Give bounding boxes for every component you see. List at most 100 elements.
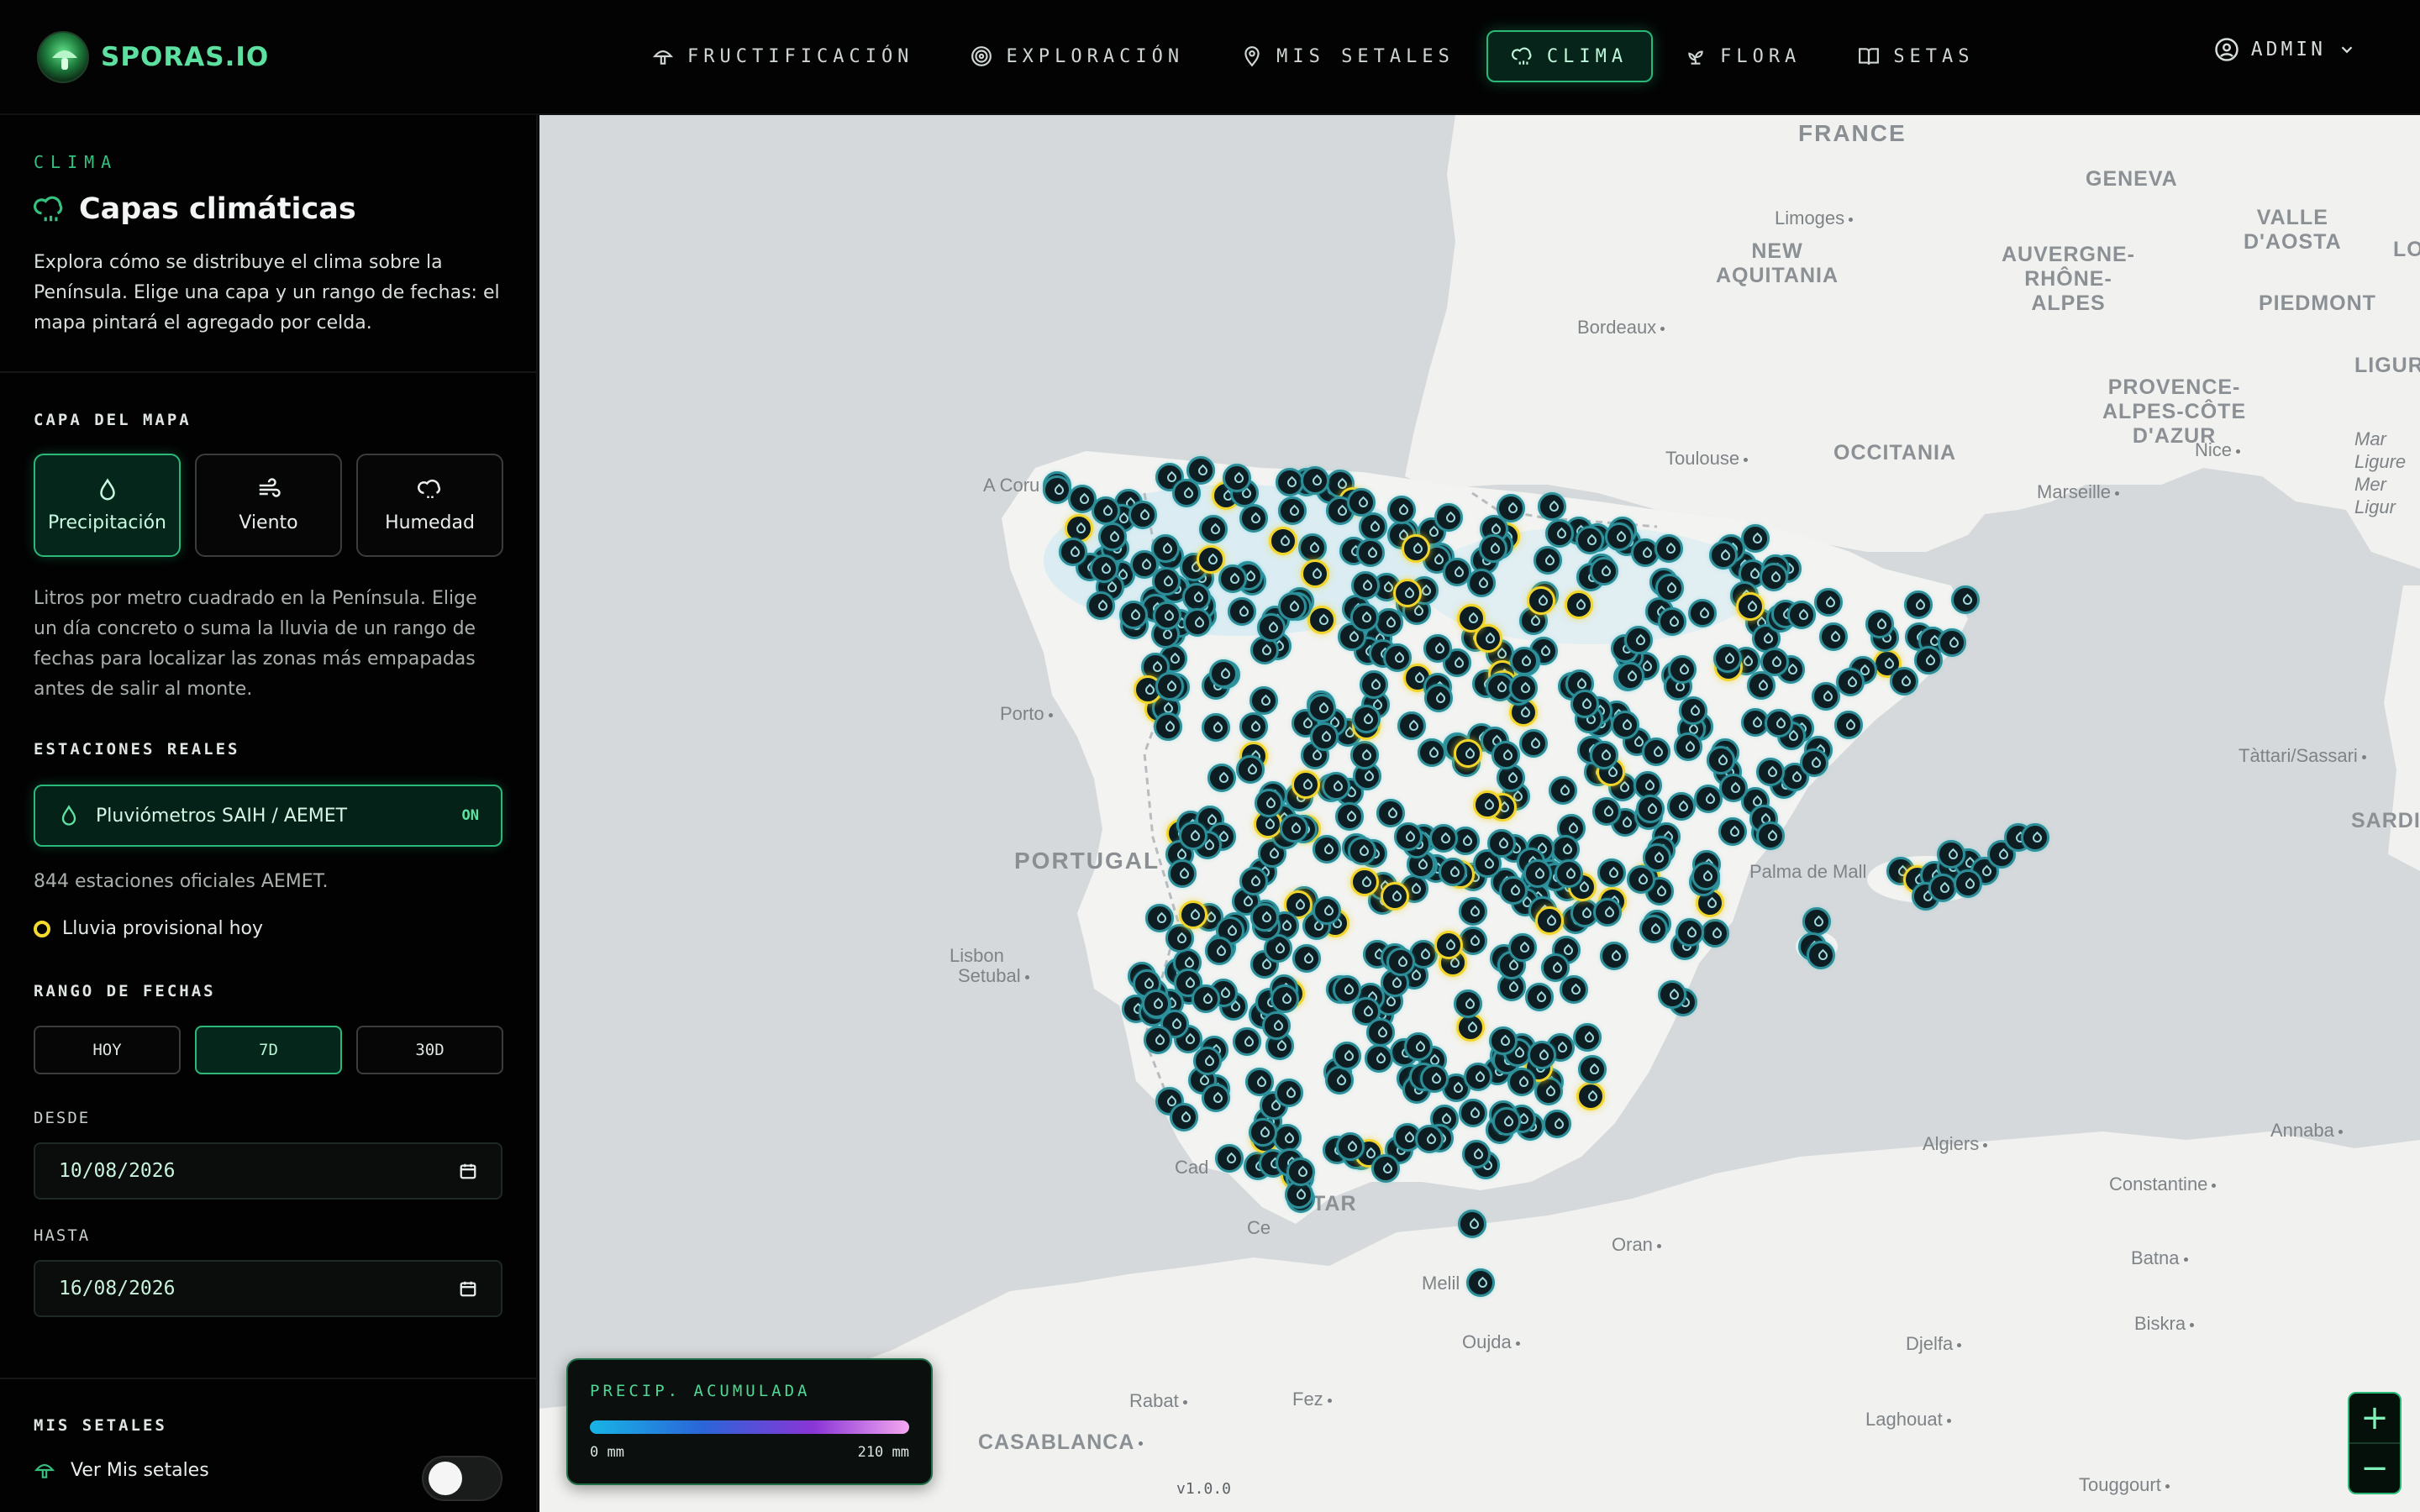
station-marker[interactable] [1239, 503, 1269, 533]
layer-wind-button[interactable]: Viento [195, 454, 342, 557]
station-marker[interactable] [1268, 527, 1297, 556]
nav-flora[interactable]: FLORA [1660, 30, 1826, 82]
station-marker[interactable] [1394, 822, 1423, 851]
station-marker[interactable] [1800, 748, 1829, 777]
station-marker[interactable] [1365, 1017, 1395, 1047]
station-marker[interactable] [1458, 1210, 1486, 1238]
user-menu[interactable]: ADMIN [2214, 37, 2356, 62]
station-marker[interactable] [1464, 1062, 1493, 1091]
station-marker[interactable] [1615, 661, 1644, 690]
station-marker[interactable] [1459, 1098, 1487, 1127]
station-marker[interactable] [1214, 1143, 1244, 1173]
station-marker[interactable] [1802, 907, 1831, 936]
station-marker[interactable] [1347, 837, 1376, 866]
station-marker[interactable] [1673, 732, 1702, 762]
station-marker[interactable] [1286, 1157, 1316, 1186]
station-marker[interactable] [1466, 1268, 1495, 1297]
range-7d-button[interactable]: 7D [195, 1026, 342, 1074]
station-marker[interactable] [1458, 926, 1487, 955]
station-marker[interactable] [1700, 919, 1729, 948]
station-marker[interactable] [1386, 947, 1416, 976]
layer-precipitation-button[interactable]: Precipitación [34, 454, 181, 557]
nav-setas[interactable]: SETAS [1833, 30, 1999, 82]
station-marker[interactable] [1611, 710, 1640, 739]
station-marker[interactable] [1360, 669, 1389, 699]
station-marker[interactable] [1592, 796, 1622, 826]
station-marker[interactable] [1351, 704, 1381, 733]
station-marker[interactable] [1401, 534, 1430, 564]
station-marker[interactable] [1693, 785, 1723, 814]
station-marker[interactable] [1128, 500, 1158, 529]
station-marker[interactable] [1218, 564, 1247, 593]
zoom-in-button[interactable]: + [2349, 1394, 2400, 1444]
station-marker[interactable] [1232, 1026, 1261, 1056]
station-marker[interactable] [1349, 868, 1379, 897]
from-date-input[interactable]: 10/08/2026 [34, 1142, 502, 1200]
station-marker[interactable] [1434, 503, 1463, 533]
station-marker[interactable] [1478, 533, 1507, 563]
station-marker[interactable] [1335, 802, 1365, 832]
station-marker[interactable] [1499, 875, 1528, 905]
station-marker[interactable] [1201, 1084, 1230, 1113]
station-marker[interactable] [1937, 627, 1966, 657]
station-marker[interactable] [1171, 478, 1201, 507]
station-marker[interactable] [1548, 776, 1577, 806]
station-marker[interactable] [1383, 643, 1413, 672]
station-marker[interactable] [1178, 822, 1207, 851]
station-marker[interactable] [1359, 512, 1388, 542]
station-marker[interactable] [1467, 568, 1497, 597]
calendar-icon[interactable] [459, 1279, 477, 1298]
station-marker[interactable] [1333, 1041, 1362, 1070]
station-marker[interactable] [1458, 896, 1487, 926]
station-marker[interactable] [1755, 757, 1785, 786]
station-marker[interactable] [1507, 932, 1537, 962]
nav-fructificacion[interactable]: FRUCTIFICACIÓN [627, 30, 939, 82]
station-marker[interactable] [1307, 605, 1337, 634]
station-marker[interactable] [1527, 1041, 1556, 1070]
station-marker[interactable] [1141, 990, 1171, 1019]
nav-mis-setales[interactable]: MIS SETALES [1216, 30, 1480, 82]
station-marker[interactable] [1708, 541, 1738, 570]
station-marker[interactable] [1497, 493, 1526, 522]
station-marker[interactable] [1321, 771, 1350, 801]
station-marker[interactable] [1491, 1106, 1521, 1136]
station-marker[interactable] [1655, 574, 1684, 603]
station-marker[interactable] [1261, 1011, 1291, 1040]
station-marker[interactable] [1491, 740, 1520, 769]
station-marker[interactable] [1376, 798, 1406, 827]
station-marker[interactable] [1461, 1139, 1491, 1168]
station-marker[interactable] [1524, 982, 1554, 1011]
station-marker[interactable] [1533, 545, 1562, 575]
station-marker[interactable] [1205, 936, 1234, 965]
station-marker[interactable] [1624, 625, 1654, 654]
station-marker[interactable] [1526, 585, 1555, 615]
station-marker[interactable] [1179, 900, 1208, 929]
station-marker[interactable] [1747, 670, 1776, 700]
station-marker[interactable] [1192, 1047, 1222, 1076]
station-marker[interactable] [1086, 591, 1115, 621]
station-marker[interactable] [1423, 683, 1453, 712]
station-marker[interactable] [1889, 667, 1918, 696]
station-marker[interactable] [1572, 1022, 1602, 1052]
station-marker[interactable] [1145, 903, 1175, 932]
station-marker[interactable] [1310, 722, 1339, 752]
station-marker[interactable] [1508, 673, 1538, 702]
station-marker[interactable] [1292, 944, 1321, 974]
station-marker[interactable] [1719, 773, 1749, 802]
station-marker[interactable] [1627, 865, 1656, 895]
brand[interactable]: SPORAS.IO [37, 30, 269, 84]
station-marker[interactable] [1676, 917, 1705, 947]
range-30d-button[interactable]: 30D [356, 1026, 503, 1074]
station-marker[interactable] [1954, 869, 1982, 898]
station-marker[interactable] [1248, 1118, 1277, 1147]
station-marker[interactable] [1404, 1032, 1434, 1061]
station-marker[interactable] [1759, 563, 1788, 592]
station-marker[interactable] [1239, 712, 1268, 742]
stations-toggle[interactable]: Pluviómetros SAIH / AEMET ON [34, 785, 502, 847]
station-marker[interactable] [1576, 1081, 1606, 1110]
station-marker[interactable] [1453, 989, 1482, 1018]
station-marker[interactable] [1423, 633, 1453, 663]
setales-toggle-switch[interactable] [422, 1456, 502, 1501]
station-marker[interactable] [1097, 522, 1127, 552]
station-marker[interactable] [1928, 874, 1957, 902]
